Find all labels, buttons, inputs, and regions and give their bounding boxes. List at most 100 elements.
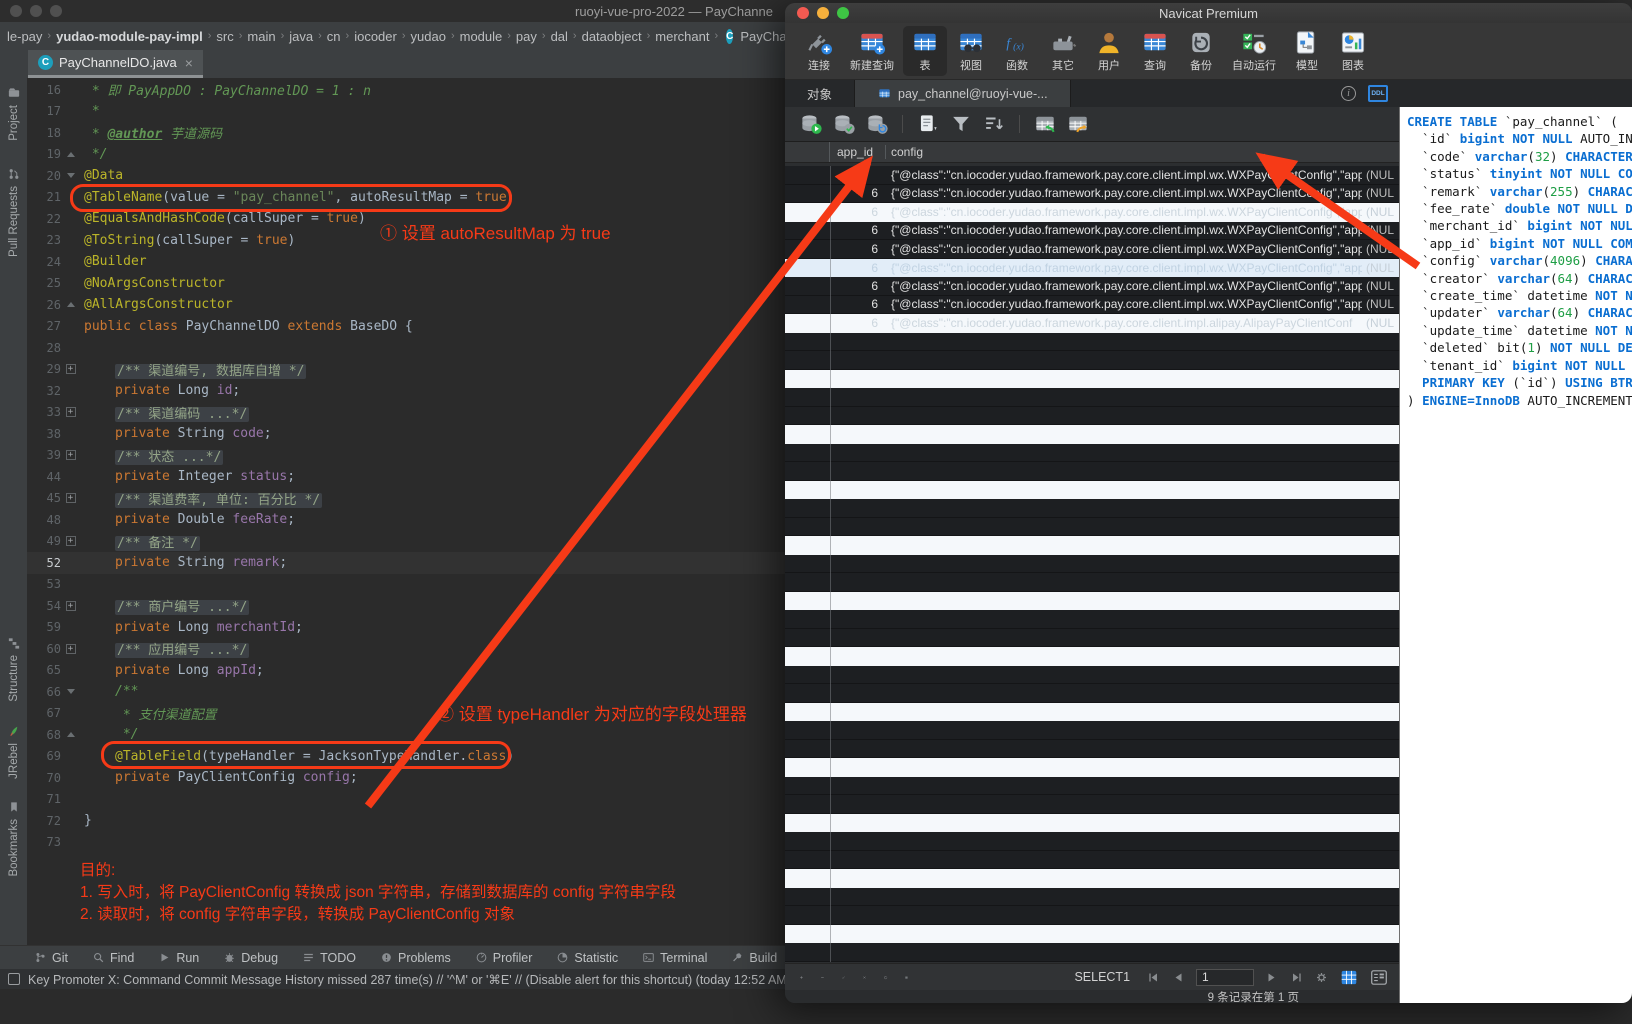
memo-icon[interactable] bbox=[916, 113, 940, 135]
navicat-toolbar-view[interactable]: 视图 bbox=[949, 26, 993, 76]
breadcrumb-item[interactable]: main bbox=[247, 29, 275, 44]
breadcrumb-item[interactable]: cn bbox=[327, 29, 341, 44]
table-row[interactable]: {"@class":"cn.iocoder.yudao.framework.pa… bbox=[785, 166, 1399, 185]
create-time-cell[interactable]: (NUL bbox=[1362, 242, 1399, 256]
toolbar-button-run[interactable]: Run bbox=[148, 951, 209, 965]
row-handle[interactable] bbox=[785, 740, 830, 758]
row-handle[interactable] bbox=[785, 333, 830, 351]
prev-page-icon[interactable] bbox=[1171, 970, 1186, 985]
commit-icon[interactable] bbox=[832, 113, 856, 135]
row-handle[interactable] bbox=[785, 444, 830, 462]
config-cell[interactable]: {"@class":"cn.iocoder.yudao.framework.pa… bbox=[886, 223, 1362, 237]
sidebar-item-jrebel[interactable]: JRebel bbox=[7, 724, 21, 779]
macos-window-controls-inactive[interactable] bbox=[10, 5, 62, 17]
fold-expand-icon[interactable]: + bbox=[66, 493, 76, 503]
begin-transaction-icon[interactable] bbox=[799, 113, 823, 135]
table-row[interactable]: 6{"@class":"cn.iocoder.yudao.framework.p… bbox=[785, 314, 1399, 333]
row-handle[interactable] bbox=[785, 296, 830, 314]
code-line[interactable]: 16 * 即 PayAppDO : PayChannelDO = 1 : n bbox=[27, 79, 790, 101]
config-cell[interactable]: {"@class":"cn.iocoder.yudao.framework.pa… bbox=[886, 316, 1362, 330]
app-id-cell[interactable]: 6 bbox=[830, 205, 886, 219]
minimize-window-icon[interactable] bbox=[30, 5, 42, 17]
row-handle[interactable] bbox=[785, 573, 830, 591]
row-handle[interactable] bbox=[785, 869, 830, 888]
app-id-cell[interactable]: 6 bbox=[830, 223, 886, 237]
fold-collapse-icon[interactable] bbox=[67, 689, 75, 694]
fold-collapse-icon[interactable] bbox=[67, 173, 75, 178]
config-cell[interactable]: {"@class":"cn.iocoder.yudao.framework.pa… bbox=[886, 205, 1362, 219]
row-handle[interactable] bbox=[785, 703, 830, 722]
fold-expand-icon[interactable]: + bbox=[66, 364, 76, 374]
code-line[interactable]: 27public class PayChannelDO extends Base… bbox=[27, 316, 790, 338]
code-line[interactable]: 33+/** 渠道编码 ...*/ bbox=[27, 402, 790, 424]
code-line[interactable]: 59private Long merchantId; bbox=[27, 617, 790, 639]
breadcrumb-item[interactable]: le-pay bbox=[7, 29, 42, 44]
sidebar-item-project[interactable]: Project bbox=[7, 86, 21, 141]
code-line[interactable]: 45+/** 渠道费率, 单位: 百分比 */ bbox=[27, 488, 790, 510]
app-id-cell[interactable]: 6 bbox=[830, 297, 886, 311]
code-line[interactable]: 70private PayClientConfig config; bbox=[27, 767, 790, 789]
row-handle[interactable] bbox=[785, 592, 830, 611]
config-cell[interactable]: {"@class":"cn.iocoder.yudao.framework.pa… bbox=[886, 242, 1362, 256]
page-number-input[interactable] bbox=[1196, 969, 1254, 986]
breadcrumb-item[interactable]: pay bbox=[516, 29, 537, 44]
navicat-toolbar-chart[interactable]: 图表 bbox=[1331, 26, 1375, 76]
data-grid[interactable]: {"@class":"cn.iocoder.yudao.framework.pa… bbox=[785, 166, 1399, 962]
toolbar-button-debug[interactable]: Debug bbox=[213, 951, 288, 965]
row-handle[interactable] bbox=[785, 388, 830, 406]
navicat-toolbar-connect[interactable]: 连接 bbox=[797, 26, 841, 76]
delete-record-icon[interactable] bbox=[820, 970, 825, 985]
form-view-icon[interactable] bbox=[1369, 969, 1389, 986]
zoom-window-icon[interactable] bbox=[50, 5, 62, 17]
create-time-cell[interactable]: (NUL bbox=[1362, 279, 1399, 293]
config-cell[interactable]: {"@class":"cn.iocoder.yudao.framework.pa… bbox=[886, 261, 1362, 275]
navicat-toolbar-function[interactable]: f(x)函数 bbox=[995, 26, 1039, 76]
toolbar-button-problems[interactable]: Problems bbox=[370, 951, 461, 965]
breadcrumb-item[interactable]: yudao bbox=[411, 29, 446, 44]
code-line[interactable]: 65private Long appId; bbox=[27, 660, 790, 682]
row-handle[interactable] bbox=[785, 888, 830, 906]
row-handle[interactable] bbox=[785, 555, 830, 573]
last-page-icon[interactable] bbox=[1289, 970, 1304, 985]
create-time-cell[interactable]: (NUL bbox=[1362, 316, 1399, 330]
row-handle[interactable] bbox=[785, 462, 830, 480]
row-handle[interactable] bbox=[785, 425, 830, 444]
navicat-toolbar-model[interactable]: 模型 bbox=[1285, 26, 1329, 76]
grid-view-icon[interactable] bbox=[1339, 969, 1359, 986]
config-cell[interactable]: {"@class":"cn.iocoder.yudao.framework.pa… bbox=[886, 186, 1362, 200]
row-handle[interactable] bbox=[785, 814, 830, 833]
import-icon[interactable] bbox=[1033, 113, 1057, 135]
toolbar-button-profiler[interactable]: Profiler bbox=[465, 951, 543, 965]
code-line[interactable]: 32private Long id; bbox=[27, 380, 790, 402]
code-line[interactable]: 73 bbox=[27, 832, 790, 854]
table-row[interactable]: 6{"@class":"cn.iocoder.yudao.framework.p… bbox=[785, 222, 1399, 241]
toolbar-button-terminal[interactable]: Terminal bbox=[632, 951, 717, 965]
toolbar-button-build[interactable]: Build bbox=[721, 951, 787, 965]
row-handle[interactable] bbox=[785, 629, 830, 647]
breadcrumb-item[interactable]: dataobject bbox=[582, 29, 642, 44]
info-icon[interactable]: i bbox=[1341, 86, 1356, 101]
navicat-toolbar-backup[interactable]: 备份 bbox=[1179, 26, 1223, 76]
row-handle[interactable] bbox=[785, 370, 830, 389]
navicat-toolbar-others[interactable]: 其它 bbox=[1041, 26, 1085, 76]
row-handle[interactable] bbox=[785, 666, 830, 684]
fold-end-icon[interactable] bbox=[67, 732, 75, 737]
row-handle[interactable] bbox=[785, 777, 830, 795]
breadcrumb-item[interactable]: java bbox=[289, 29, 313, 44]
first-page-icon[interactable] bbox=[1146, 970, 1161, 985]
create-time-cell[interactable]: (NUL bbox=[1362, 205, 1399, 219]
code-line[interactable]: 52private String remark; bbox=[27, 552, 790, 574]
code-line[interactable]: 29+/** 渠道编号, 数据库自增 */ bbox=[27, 359, 790, 381]
row-handle[interactable] bbox=[785, 203, 830, 222]
code-line[interactable]: 60+/** 应用编号 ...*/ bbox=[27, 638, 790, 660]
app-id-cell[interactable]: 6 bbox=[830, 261, 886, 275]
app-id-cell[interactable]: 6 bbox=[830, 316, 886, 330]
app-id-cell[interactable]: 6 bbox=[830, 242, 886, 256]
row-handle[interactable] bbox=[785, 851, 830, 869]
breadcrumb-item[interactable]: iocoder bbox=[354, 29, 397, 44]
code-line[interactable]: 17 * bbox=[27, 101, 790, 123]
table-row[interactable]: 6{"@class":"cn.iocoder.yudao.framework.p… bbox=[785, 240, 1399, 259]
config-cell[interactable]: {"@class":"cn.iocoder.yudao.framework.pa… bbox=[886, 279, 1362, 293]
code-line[interactable]: 18 * @author 芋道源码 bbox=[27, 122, 790, 144]
ddl-toggle-button[interactable]: DDL bbox=[1368, 85, 1388, 102]
